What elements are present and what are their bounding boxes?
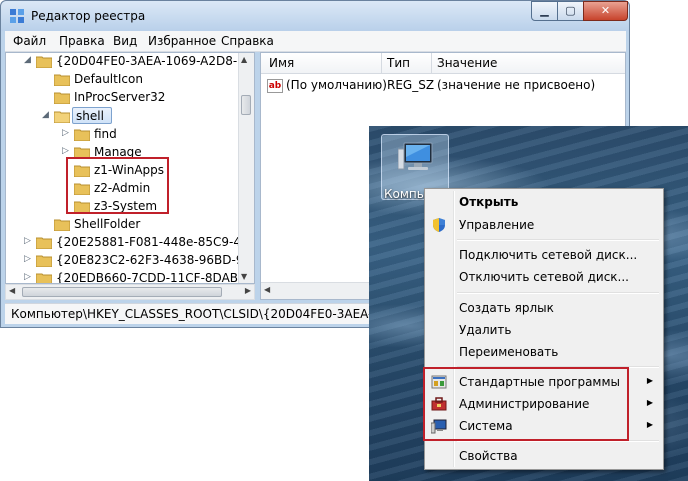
scroll-up-icon[interactable]: ▲ bbox=[241, 55, 247, 64]
menu-item-map-network-drive[interactable]: Подключить сетевой диск... bbox=[427, 245, 661, 265]
value-name: (По умолчанию) bbox=[286, 78, 387, 92]
close-button[interactable]: ✕ bbox=[583, 1, 628, 21]
menu-item-create-shortcut[interactable]: Создать ярлык bbox=[427, 298, 661, 318]
folder-icon bbox=[36, 273, 52, 283]
scrollbar-thumb[interactable] bbox=[22, 287, 222, 297]
tree-item-label: shell bbox=[76, 109, 104, 123]
tree-item-label: ShellFolder bbox=[74, 217, 141, 231]
menu-item-rename[interactable]: Переименовать bbox=[427, 342, 661, 362]
expand-arrow-icon[interactable]: ▷ bbox=[24, 236, 31, 246]
tree-item-inprocserver32[interactable]: InProcServer32 bbox=[6, 89, 240, 107]
minimize-button[interactable]: ▁ bbox=[531, 1, 558, 21]
folder-icon bbox=[74, 129, 90, 141]
column-name-header[interactable]: Имя bbox=[269, 56, 294, 70]
menu-item-label: Подключить сетевой диск... bbox=[459, 248, 638, 262]
tree-item-label: {20E25881-F081-448e-85C9-4707A9 bbox=[56, 235, 254, 249]
column-data-header[interactable]: Значение bbox=[437, 56, 497, 70]
menu-item-open[interactable]: Открыть bbox=[427, 192, 661, 212]
scroll-down-icon[interactable]: ▼ bbox=[241, 272, 247, 281]
menu-item-disconnect-network-drive[interactable]: Отключить сетевой диск... bbox=[427, 267, 661, 287]
column-divider[interactable] bbox=[431, 53, 432, 73]
menu-item-label: Удалить bbox=[459, 323, 512, 337]
folder-icon bbox=[54, 74, 70, 86]
collapse-arrow-icon[interactable]: ◢ bbox=[42, 110, 49, 120]
menu-file[interactable]: Файл bbox=[13, 34, 46, 48]
open-folder-icon bbox=[54, 111, 70, 123]
folder-icon bbox=[36, 255, 52, 267]
scrollbar-thumb[interactable] bbox=[241, 95, 251, 115]
expand-arrow-icon[interactable]: ▷ bbox=[24, 272, 31, 282]
shield-icon bbox=[433, 218, 445, 232]
menu-help[interactable]: Справка bbox=[221, 34, 274, 48]
folder-icon bbox=[54, 219, 70, 231]
menu-edit[interactable]: Правка bbox=[59, 34, 105, 48]
submenu-arrow-icon: ▶ bbox=[646, 376, 653, 385]
tree-item-defaulticon[interactable]: DefaultIcon bbox=[6, 71, 240, 89]
menu-item-label: Открыть bbox=[459, 195, 519, 209]
tree-item-shell[interactable]: ◢ shell bbox=[6, 107, 240, 126]
menu-item-label: Создать ярлык bbox=[459, 301, 554, 315]
value-type: REG_SZ bbox=[387, 78, 435, 92]
list-header: Имя Тип Значение bbox=[261, 53, 625, 74]
collapse-arrow-icon[interactable]: ◢ bbox=[24, 55, 31, 65]
submenu-arrow-icon: ▶ bbox=[646, 398, 653, 407]
tree-item-label: find bbox=[94, 127, 117, 141]
menu-item-label: Переименовать bbox=[459, 345, 559, 359]
tree-item-clsid-20edb660[interactable]: ▷ {20EDB660-7CDD-11CF-8DAB-00AA bbox=[6, 270, 254, 283]
value-row-default[interactable]: ab (По умолчанию) REG_SZ (значение не пр… bbox=[261, 77, 625, 95]
scroll-left-icon[interactable]: ◀ bbox=[264, 285, 270, 294]
tree-item-clsid-20e823c2[interactable]: ▷ {20E823C2-62F3-4638-96BD-90F4F0 bbox=[6, 252, 254, 270]
tree-item-label: InProcServer32 bbox=[74, 90, 166, 104]
menu-item-label: Управление bbox=[459, 218, 535, 232]
menu-item-label: Отключить сетевой диск... bbox=[459, 270, 629, 284]
submenu-arrow-icon: ▶ bbox=[646, 420, 653, 429]
expand-arrow-icon[interactable]: ▷ bbox=[62, 128, 69, 138]
folder-icon bbox=[36, 237, 52, 249]
menu-view[interactable]: Вид bbox=[113, 34, 137, 48]
tree-item-label: {20D04FE0-3AEA-1069-A2D8-08002 bbox=[56, 54, 255, 68]
menu-item-properties[interactable]: Свойства bbox=[427, 446, 661, 466]
expand-arrow-icon[interactable]: ▷ bbox=[24, 254, 31, 264]
tree-horizontal-scrollbar[interactable]: ◀ ▶ bbox=[5, 284, 255, 300]
highlight-box-menu-items bbox=[423, 367, 629, 441]
menu-item-label: Свойства bbox=[459, 449, 518, 463]
column-type-header[interactable]: Тип bbox=[387, 56, 410, 70]
menu-bar: Файл Правка Вид Избранное Справка bbox=[5, 31, 626, 52]
tree-item-label: DefaultIcon bbox=[74, 72, 143, 86]
menu-item-manage[interactable]: Управление bbox=[427, 215, 661, 235]
highlight-box-registry-keys bbox=[66, 157, 169, 214]
string-value-icon: ab bbox=[267, 79, 283, 93]
menu-item-delete[interactable]: Удалить bbox=[427, 320, 661, 340]
scroll-left-icon[interactable]: ◀ bbox=[9, 286, 15, 295]
title-bar[interactable]: Редактор реестра ▁ ▢ ✕ bbox=[1, 1, 629, 31]
value-data: (значение не присвоено) bbox=[437, 78, 596, 92]
expand-arrow-icon[interactable]: ▷ bbox=[62, 146, 69, 156]
tree-item-label: {20E823C2-62F3-4638-96BD-90F4F0 bbox=[56, 253, 254, 267]
tree-item-find[interactable]: ▷ find bbox=[6, 126, 240, 144]
tree-item-shellfolder[interactable]: ShellFolder bbox=[6, 216, 240, 234]
scroll-right-icon[interactable]: ▶ bbox=[245, 286, 251, 295]
tree-vertical-scrollbar[interactable]: ▲ ▼ bbox=[238, 53, 254, 283]
tree-item-label: {20EDB660-7CDD-11CF-8DAB-00AA bbox=[56, 271, 255, 284]
computer-icon bbox=[398, 142, 433, 170]
window-title: Редактор реестра bbox=[31, 9, 146, 23]
column-divider[interactable] bbox=[381, 53, 382, 73]
menu-separator bbox=[457, 239, 659, 241]
tree-item-clsid-computer[interactable]: ◢ {20D04FE0-3AEA-1069-A2D8-08002 bbox=[6, 53, 254, 71]
regedit-icon bbox=[10, 9, 24, 23]
tree-item-clsid-20e25881[interactable]: ▷ {20E25881-F081-448e-85C9-4707A9 bbox=[6, 234, 254, 252]
menu-separator bbox=[457, 292, 659, 294]
folder-icon bbox=[54, 92, 70, 104]
menu-favorites[interactable]: Избранное bbox=[148, 34, 216, 48]
folder-icon bbox=[36, 56, 52, 68]
maximize-button[interactable]: ▢ bbox=[557, 1, 584, 21]
